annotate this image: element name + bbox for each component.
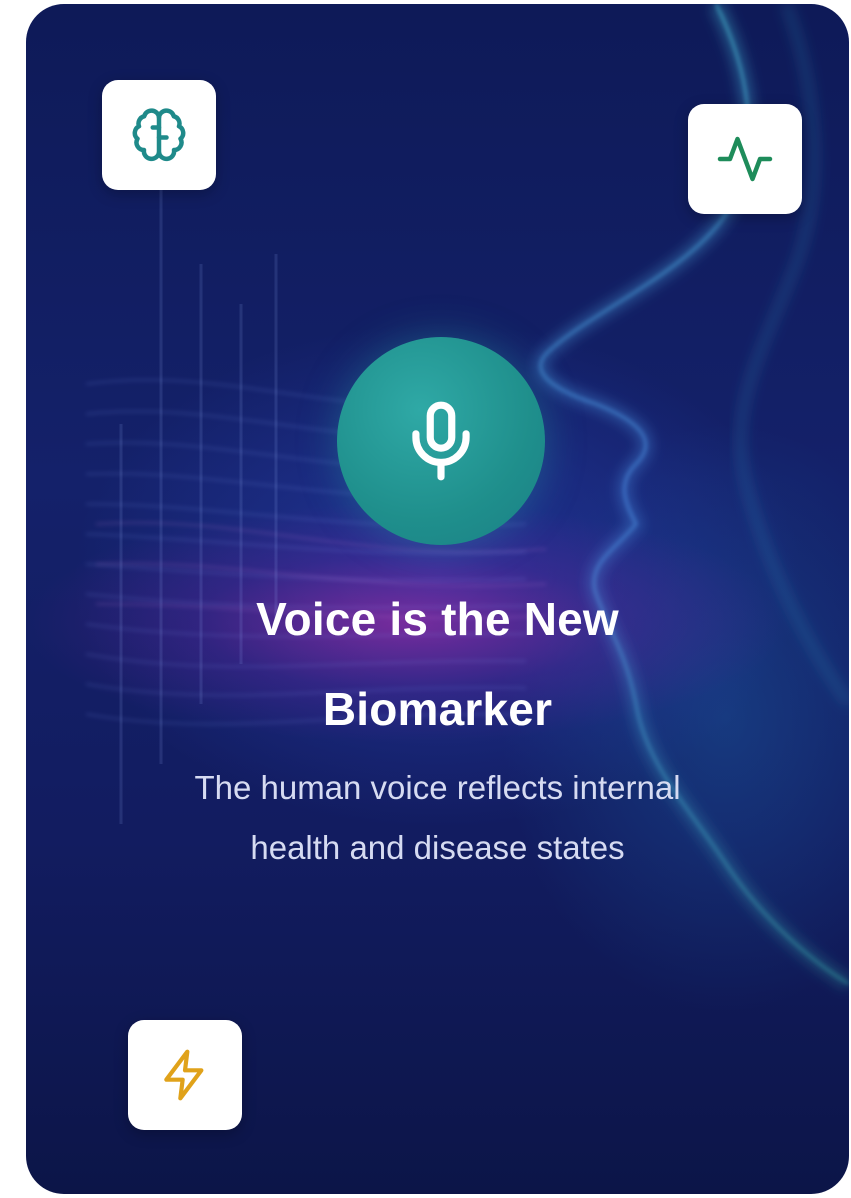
brain-icon-tile (102, 80, 216, 190)
microphone-button[interactable] (337, 337, 545, 545)
brain-icon (132, 108, 186, 162)
card-title-line1: Voice is the New (256, 593, 619, 645)
card-title: Voice is the New Biomarker (26, 574, 849, 754)
card-subtitle-line1: The human voice reflects internal (194, 769, 681, 806)
card-title-line2: Biomarker (322, 683, 553, 735)
zap-icon-tile (128, 1020, 242, 1130)
zap-icon (164, 1049, 204, 1101)
activity-icon-tile (688, 104, 802, 214)
activity-icon (717, 136, 773, 182)
voice-biomarker-card: Voice is the New Biomarker The human voi… (26, 4, 849, 1194)
card-subtitle: The human voice reflects internal health… (26, 758, 849, 878)
card-subtitle-line2: health and disease states (250, 829, 625, 866)
microphone-icon (412, 401, 470, 481)
